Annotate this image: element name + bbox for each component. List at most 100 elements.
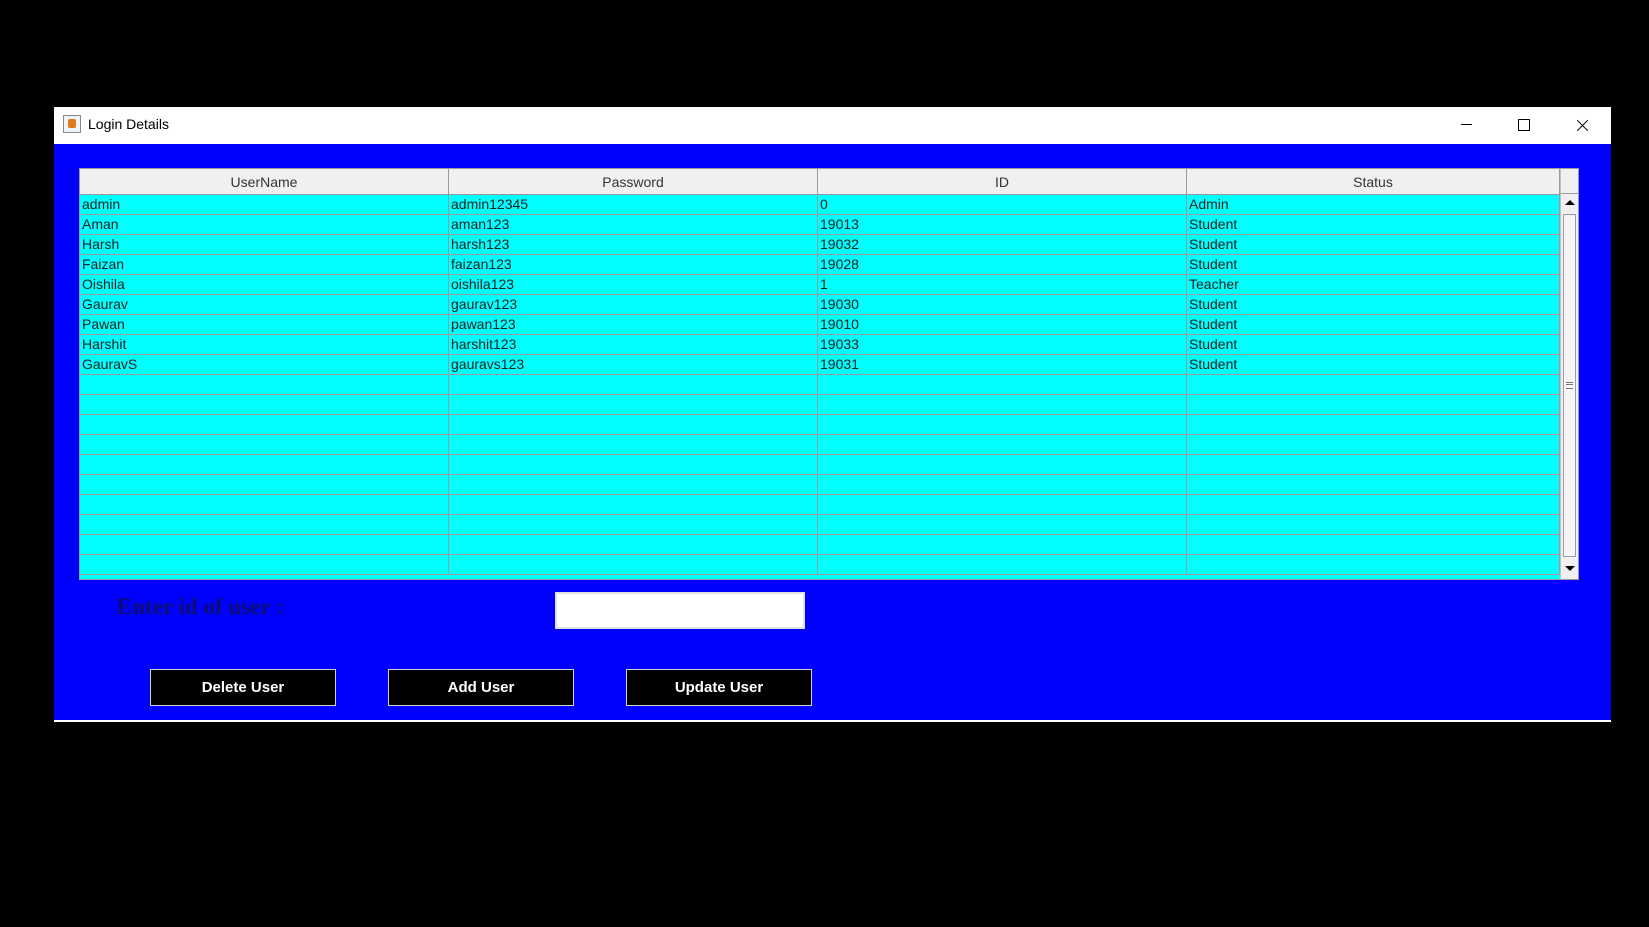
id-cell[interactable]: 19032: [818, 235, 1187, 254]
username-cell[interactable]: admin: [80, 195, 449, 214]
delete-user-button[interactable]: Delete User: [150, 669, 336, 706]
status-cell[interactable]: [1187, 535, 1560, 554]
password-cell[interactable]: harshit123: [449, 335, 818, 354]
password-cell[interactable]: [449, 555, 818, 574]
table-row[interactable]: Harsh harsh123 19032 Student: [80, 235, 1560, 255]
scroll-down-arrow-icon[interactable]: [1561, 559, 1578, 578]
scroll-thumb[interactable]: [1563, 214, 1576, 557]
scroll-up-arrow-icon[interactable]: [1561, 194, 1578, 213]
status-cell[interactable]: Student: [1187, 215, 1560, 234]
password-cell[interactable]: [449, 515, 818, 534]
vertical-scrollbar[interactable]: [1560, 169, 1578, 579]
table-row[interactable]: Pawan pawan123 19010 Student: [80, 315, 1560, 335]
status-cell[interactable]: [1187, 555, 1560, 574]
username-cell[interactable]: Gaurav: [80, 295, 449, 314]
id-cell[interactable]: 19013: [818, 215, 1187, 234]
id-cell[interactable]: [818, 395, 1187, 414]
table-row[interactable]: Gaurav gaurav123 19030 Student: [80, 295, 1560, 315]
id-cell[interactable]: 0: [818, 195, 1187, 214]
id-cell[interactable]: 19033: [818, 335, 1187, 354]
password-cell[interactable]: pawan123: [449, 315, 818, 334]
id-cell[interactable]: 19010: [818, 315, 1187, 334]
id-cell[interactable]: [818, 515, 1187, 534]
username-cell[interactable]: Aman: [80, 215, 449, 234]
column-header-id[interactable]: ID: [818, 169, 1187, 194]
username-cell[interactable]: [80, 475, 449, 494]
status-cell[interactable]: [1187, 475, 1560, 494]
username-cell[interactable]: [80, 515, 449, 534]
table-row[interactable]: [80, 395, 1560, 415]
password-cell[interactable]: oishila123: [449, 275, 818, 294]
table-row[interactable]: [80, 435, 1560, 455]
password-cell[interactable]: gaurav123: [449, 295, 818, 314]
password-cell[interactable]: [449, 395, 818, 414]
username-cell[interactable]: [80, 555, 449, 574]
minimize-icon[interactable]: [1437, 107, 1495, 144]
user-id-input[interactable]: [555, 592, 805, 629]
username-cell[interactable]: Harshit: [80, 335, 449, 354]
table-row[interactable]: [80, 455, 1560, 475]
password-cell[interactable]: gauravs123: [449, 355, 818, 374]
username-cell[interactable]: [80, 395, 449, 414]
id-cell[interactable]: 19028: [818, 255, 1187, 274]
id-cell[interactable]: 19031: [818, 355, 1187, 374]
password-cell[interactable]: [449, 475, 818, 494]
add-user-button[interactable]: Add User: [388, 669, 574, 706]
username-cell[interactable]: [80, 535, 449, 554]
status-cell[interactable]: [1187, 415, 1560, 434]
table-row[interactable]: [80, 375, 1560, 395]
title-bar[interactable]: Login Details: [54, 107, 1611, 144]
status-cell[interactable]: Student: [1187, 295, 1560, 314]
id-cell[interactable]: 1: [818, 275, 1187, 294]
password-cell[interactable]: aman123: [449, 215, 818, 234]
status-cell[interactable]: Student: [1187, 355, 1560, 374]
table-row[interactable]: [80, 495, 1560, 515]
status-cell[interactable]: [1187, 435, 1560, 454]
id-cell[interactable]: [818, 455, 1187, 474]
table-row[interactable]: [80, 515, 1560, 535]
id-cell[interactable]: [818, 495, 1187, 514]
status-cell[interactable]: Teacher: [1187, 275, 1560, 294]
id-cell[interactable]: [818, 415, 1187, 434]
status-cell[interactable]: Student: [1187, 335, 1560, 354]
status-cell[interactable]: [1187, 515, 1560, 534]
table-row[interactable]: GauravS gauravs123 19031 Student: [80, 355, 1560, 375]
password-cell[interactable]: [449, 535, 818, 554]
password-cell[interactable]: harsh123: [449, 235, 818, 254]
username-cell[interactable]: [80, 495, 449, 514]
id-cell[interactable]: [818, 435, 1187, 454]
id-cell[interactable]: 19030: [818, 295, 1187, 314]
table-row[interactable]: Harshit harshit123 19033 Student: [80, 335, 1560, 355]
password-cell[interactable]: [449, 455, 818, 474]
update-user-button[interactable]: Update User: [626, 669, 812, 706]
status-cell[interactable]: [1187, 375, 1560, 394]
status-cell[interactable]: Admin: [1187, 195, 1560, 214]
status-cell[interactable]: Student: [1187, 255, 1560, 274]
username-cell[interactable]: [80, 435, 449, 454]
id-cell[interactable]: [818, 555, 1187, 574]
table-row[interactable]: Oishila oishila123 1 Teacher: [80, 275, 1560, 295]
column-header-username[interactable]: UserName: [80, 169, 449, 194]
id-cell[interactable]: [818, 535, 1187, 554]
status-cell[interactable]: [1187, 395, 1560, 414]
username-cell[interactable]: GauravS: [80, 355, 449, 374]
close-icon[interactable]: [1553, 107, 1611, 144]
status-cell[interactable]: [1187, 495, 1560, 514]
username-cell[interactable]: [80, 455, 449, 474]
password-cell[interactable]: [449, 415, 818, 434]
password-cell[interactable]: [449, 435, 818, 454]
column-header-status[interactable]: Status: [1187, 169, 1560, 194]
table-row[interactable]: [80, 555, 1560, 575]
table-row[interactable]: [80, 535, 1560, 555]
table-row[interactable]: admin admin12345 0 Admin: [80, 195, 1560, 215]
password-cell[interactable]: [449, 495, 818, 514]
status-cell[interactable]: Student: [1187, 315, 1560, 334]
table-row[interactable]: [80, 415, 1560, 435]
username-cell[interactable]: Faizan: [80, 255, 449, 274]
table-row[interactable]: Faizan faizan123 19028 Student: [80, 255, 1560, 275]
column-header-password[interactable]: Password: [449, 169, 818, 194]
table-row[interactable]: Aman aman123 19013 Student: [80, 215, 1560, 235]
status-cell[interactable]: [1187, 455, 1560, 474]
username-cell[interactable]: [80, 415, 449, 434]
username-cell[interactable]: [80, 375, 449, 394]
